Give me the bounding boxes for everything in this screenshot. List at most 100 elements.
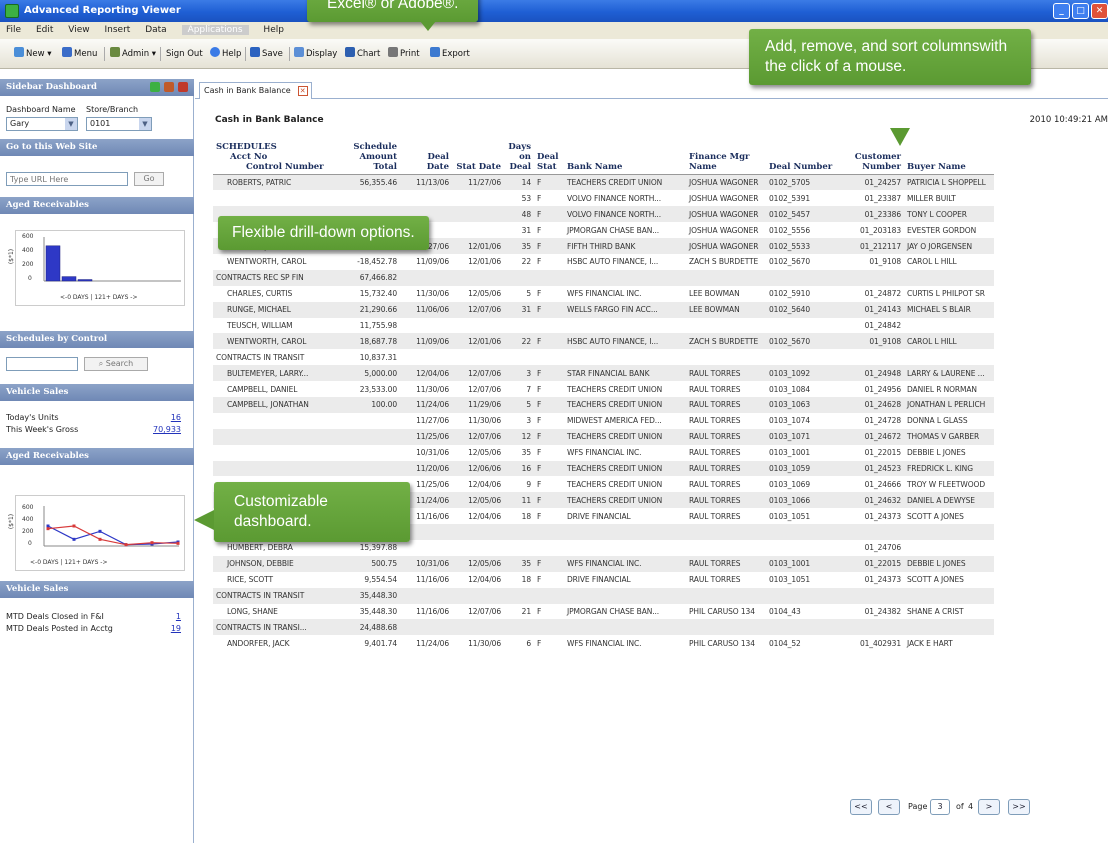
table-row[interactable]: RICE, SCOTT 9,554.54 11/16/06 12/04/06 18 F DR… — [213, 572, 994, 588]
table-cell — [452, 269, 504, 286]
menu-file[interactable]: File — [6, 25, 21, 35]
close-tab-icon[interactable]: ✕ — [297, 86, 308, 96]
menu-button[interactable]: Menu — [62, 47, 97, 61]
table-cell — [904, 269, 994, 286]
col-header-schedules[interactable]: SCHEDULES Acct No Control Number — [213, 140, 336, 175]
col-header-bank[interactable]: Bank Name — [564, 140, 686, 175]
table-cell: 0102_5670 — [766, 333, 836, 350]
save-button[interactable]: Save — [250, 47, 283, 61]
url-input[interactable] — [6, 172, 128, 186]
admin-button[interactable]: Admin ▾ — [110, 47, 156, 61]
table-cell — [564, 524, 686, 540]
table-row[interactable]: BULTEMEYER, LARRY... 5,000.00 12/04/06 12/0… — [213, 365, 994, 382]
chevron-down-icon: ▼ — [139, 118, 151, 130]
table-cell: LARRY & LAURENE ... — [904, 365, 994, 382]
table-group-row[interactable]: CONTRACTS IN TRANSI... 24,488.68 — [213, 619, 994, 636]
add-icon[interactable] — [150, 82, 160, 92]
table-cell: 12/04/06 — [468, 511, 501, 521]
callout-export-formats: Excel® or Adobe®. — [307, 0, 479, 22]
new-button[interactable]: New ▾ — [14, 47, 52, 61]
table-cell: MILLER BUILT — [907, 193, 956, 203]
table-cell: 0103_1051 — [769, 575, 811, 585]
col-header-amount[interactable]: Schedule Amount Total — [336, 140, 400, 175]
chart-button[interactable]: Chart — [345, 47, 380, 61]
table-cell: 11/30/06 — [416, 289, 449, 299]
last-page-button[interactable]: >> — [1008, 799, 1030, 815]
table-row[interactable]: TEUSCH, WILLIAM 11,755.98 01_24842 — [213, 318, 994, 334]
table-row[interactable]: ROBERTS, PATRIC 56,355.46 11/13/06 11/27/06… — [213, 174, 994, 191]
aged-y-tick: 200 — [22, 528, 34, 535]
weeks-gross-link[interactable]: 70,933 — [153, 425, 181, 434]
table-row[interactable]: 10/31/06 12/05/06 35 F WFS FINANCIAL INC. RAU… — [213, 445, 994, 461]
table-group-row[interactable]: CONTRACTS REC SP FIN 67,466.82 — [213, 269, 994, 286]
prev-page-button[interactable]: < — [878, 799, 900, 815]
table-cell: PATRICIA L SHOPPELL — [904, 174, 994, 191]
table-row[interactable]: 11/25/06 12/07/06 12 F TEACHERS CREDIT UNION… — [213, 428, 994, 445]
store-select[interactable]: 0101 ▼ — [86, 117, 152, 131]
table-row[interactable]: CAMPBELL, DANIEL 23,533.00 11/30/06 12/07/0… — [213, 381, 994, 397]
col-header-deal-date[interactable]: Deal Date — [400, 140, 452, 175]
table-row[interactable]: ANDORFER, JACK 9,401.74 11/24/06 11/30/06 6 F… — [213, 635, 994, 651]
menu-edit[interactable]: Edit — [36, 25, 53, 35]
next-page-button[interactable]: > — [978, 799, 1000, 815]
maximize-icon[interactable]: □ — [1072, 3, 1089, 19]
table-row[interactable]: CAMPBELL, JONATHAN 100.00 11/24/06 11/29/06… — [213, 396, 994, 413]
mtd-closed-link[interactable]: 1 — [176, 612, 181, 621]
table-row[interactable]: 11/20/06 12/06/06 16 F TEACHERS CREDIT UNION… — [213, 460, 994, 477]
col-header-deal-number[interactable]: Deal Number — [766, 140, 836, 175]
menu-help[interactable]: Help — [263, 25, 284, 35]
table-row[interactable]: WENTWORTH, CAROL -18,452.78 11/09/06 12/01/… — [213, 254, 994, 270]
table-cell — [904, 619, 994, 636]
go-button[interactable]: Go — [134, 172, 164, 186]
table-cell: F — [537, 575, 542, 585]
print-button[interactable]: Print — [388, 47, 420, 61]
table-row[interactable]: RUNGE, MICHAEL 21,290.66 11/06/06 12/07/06 3… — [213, 301, 994, 318]
export-button[interactable]: Export — [430, 47, 470, 61]
table-row[interactable]: HUMBERT, DEBRA 15,397.88 01_24706 — [213, 540, 994, 556]
table-row[interactable]: 53 F VOLVO FINANCE NORTH... JOSHUA WAGONER 0… — [213, 190, 994, 206]
help-button[interactable]: Help — [210, 47, 241, 61]
table-cell — [336, 413, 400, 429]
schedule-search-input[interactable] — [6, 357, 78, 371]
table-cell: F — [534, 555, 564, 572]
menu-insert[interactable]: Insert — [104, 25, 130, 35]
col-header-finance-mgr[interactable]: Finance Mgr Name — [686, 140, 766, 175]
aged-receivables-header-2: Aged Receivables — [0, 448, 194, 465]
mtd-posted-link[interactable]: 19 — [171, 624, 181, 633]
aged-y-tick: 200 — [22, 261, 34, 268]
table-cell — [534, 524, 564, 540]
dashboard-select[interactable]: Gary ▼ — [6, 117, 78, 131]
table-row[interactable]: 11/27/06 11/30/06 3 F MIDWEST AMERICA FED...… — [213, 413, 994, 429]
close-icon[interactable] — [178, 82, 188, 92]
col-header-deal-stat[interactable]: Deal Stat — [534, 140, 564, 175]
col-header-buyer[interactable]: Buyer Name — [904, 140, 994, 175]
table-cell: 12/07/06 — [468, 606, 501, 616]
tab-cash-in-bank[interactable]: Cash in Bank Balance ✕ — [199, 82, 312, 99]
table-row[interactable]: WENTWORTH, CAROL 18,687.78 11/09/06 12/01/0… — [213, 333, 994, 350]
minimize-icon[interactable]: _ — [1053, 3, 1070, 19]
report-timestamp: 2010 10:49:21 AM — [1029, 115, 1108, 125]
table-cell: CONTRACTS IN TRANSIT — [213, 587, 336, 604]
first-page-button[interactable]: << — [850, 799, 872, 815]
display-button[interactable]: Display — [294, 47, 337, 61]
col-header-stat-date[interactable]: Stat Date — [452, 140, 504, 175]
close-icon[interactable]: ✕ — [1091, 3, 1108, 19]
search-button[interactable]: ⌕ Search — [84, 357, 148, 371]
table-group-row[interactable]: CONTRACTS IN TRANSIT 35,448.30 — [213, 587, 994, 604]
table-row[interactable]: LONG, SHANE 35,448.30 11/16/06 12/07/06 21 F J… — [213, 604, 994, 620]
menu-view[interactable]: View — [68, 25, 89, 35]
table-row[interactable]: CHARLES, CURTIS 15,732.40 11/30/06 12/05/06… — [213, 286, 994, 302]
table-row[interactable]: JOHNSON, DEBBIE 500.75 10/31/06 12/05/06 35 F… — [213, 555, 994, 572]
table-cell: 01_212117 — [836, 238, 904, 254]
page-input[interactable]: 3 — [930, 799, 950, 815]
col-header-days[interactable]: Days on Deal — [504, 140, 534, 175]
edit-icon[interactable] — [164, 82, 174, 92]
sign-out-button[interactable]: Sign Out — [166, 47, 203, 61]
schedules-header: Schedules by Control — [0, 331, 194, 348]
todays-units-link[interactable]: 16 — [171, 413, 181, 422]
table-cell — [534, 619, 564, 636]
table-cell: 11/25/06 — [400, 428, 452, 445]
table-cell: DEBBIE L JONES — [907, 448, 966, 458]
menu-data[interactable]: Data — [145, 25, 167, 35]
table-group-row[interactable]: CONTRACTS IN TRANSIT 10,837.31 — [213, 349, 994, 365]
